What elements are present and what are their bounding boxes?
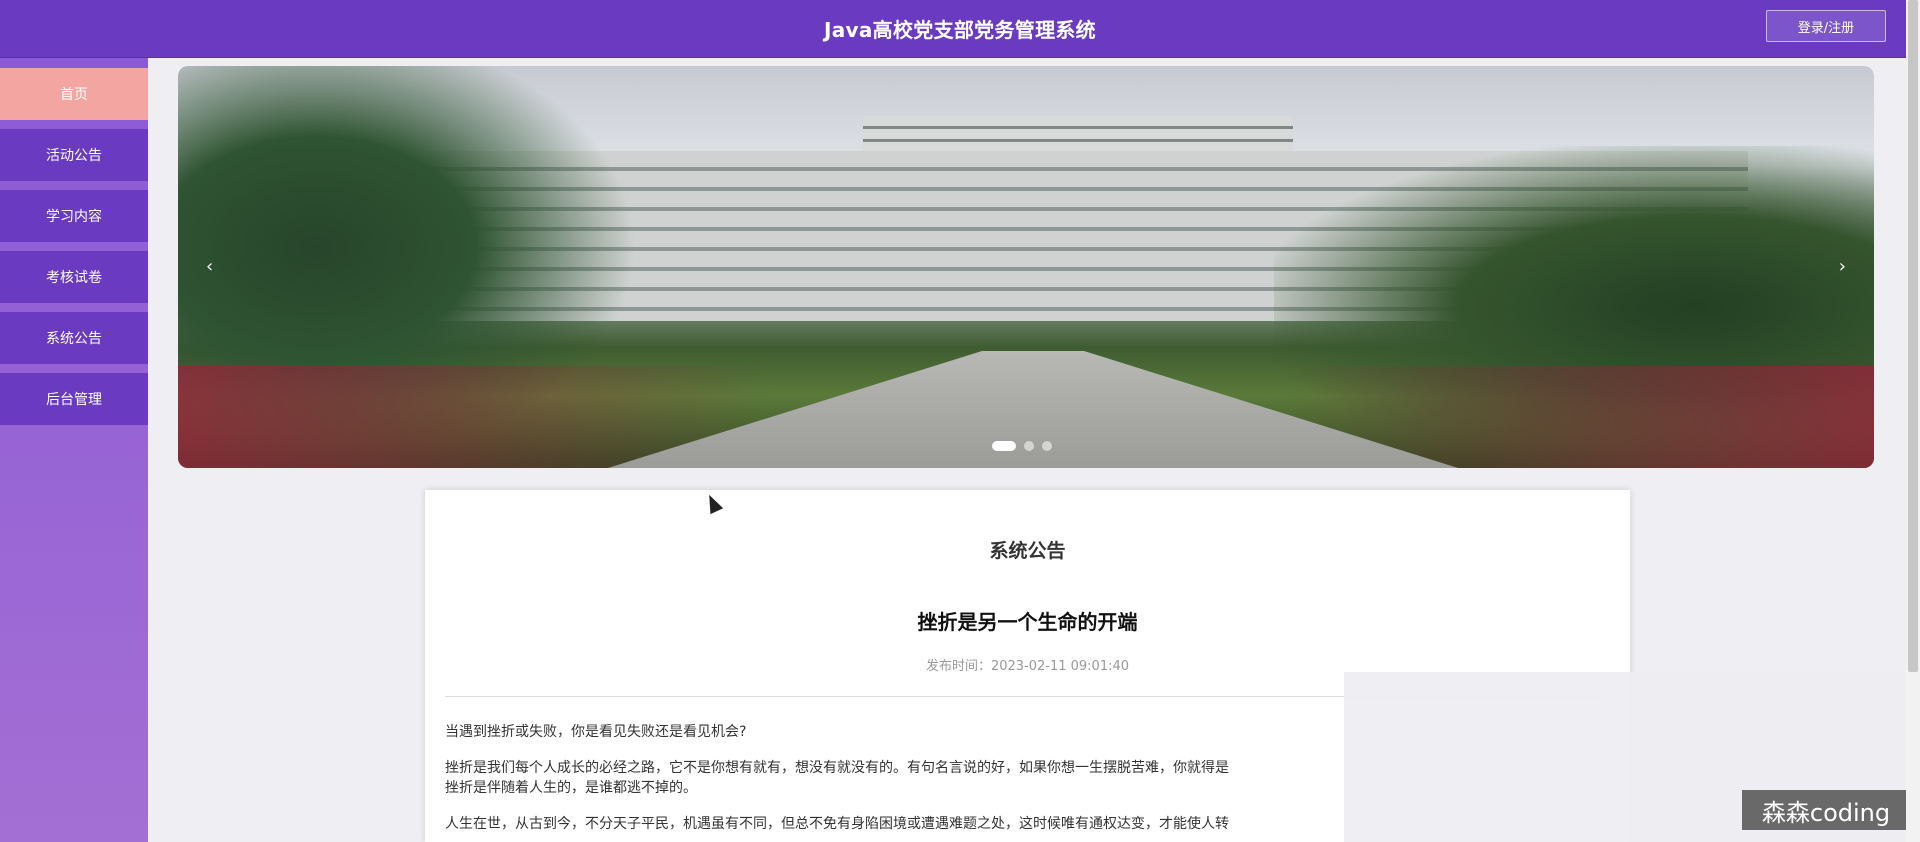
carousel-dot-1[interactable] (992, 441, 1016, 451)
sidebar-item-study-content[interactable]: 学习内容 (0, 190, 148, 242)
carousel-banner[interactable]: ‹ › (178, 66, 1874, 468)
building-top (863, 116, 1293, 156)
sidebar: 首页 活动公告 学习内容 考核试卷 系统公告 后台管理 (0, 58, 148, 842)
top-header: Java高校党支部党务管理系统 登录/注册 (0, 0, 1920, 58)
sidebar-item-admin[interactable]: 后台管理 (0, 373, 148, 425)
chevron-right-icon[interactable]: › (1839, 256, 1846, 277)
app-title: Java高校党支部党务管理系统 (824, 18, 1096, 42)
sidebar-item-system-notice[interactable]: 系统公告 (0, 312, 148, 364)
chevron-left-icon[interactable]: ‹ (206, 256, 213, 277)
carousel-indicators (992, 441, 1052, 451)
sidebar-item-activity-notice[interactable]: 活动公告 (0, 129, 148, 181)
login-register-button[interactable]: 登录/注册 (1766, 10, 1886, 42)
article-title: 挫折是另一个生命的开端 (917, 610, 1138, 634)
carousel-dot-3[interactable] (1042, 441, 1052, 451)
section-title: 系统公告 (989, 540, 1066, 562)
scrollbar-thumb[interactable] (1908, 0, 1918, 672)
sidebar-item-home[interactable]: 首页 (0, 68, 148, 120)
page-scrollbar[interactable] (1906, 0, 1920, 842)
sidebar-item-exam-papers[interactable]: 考核试卷 (0, 251, 148, 303)
carousel-dot-2[interactable] (1024, 441, 1034, 451)
watermark: 森森coding (1742, 790, 1910, 830)
